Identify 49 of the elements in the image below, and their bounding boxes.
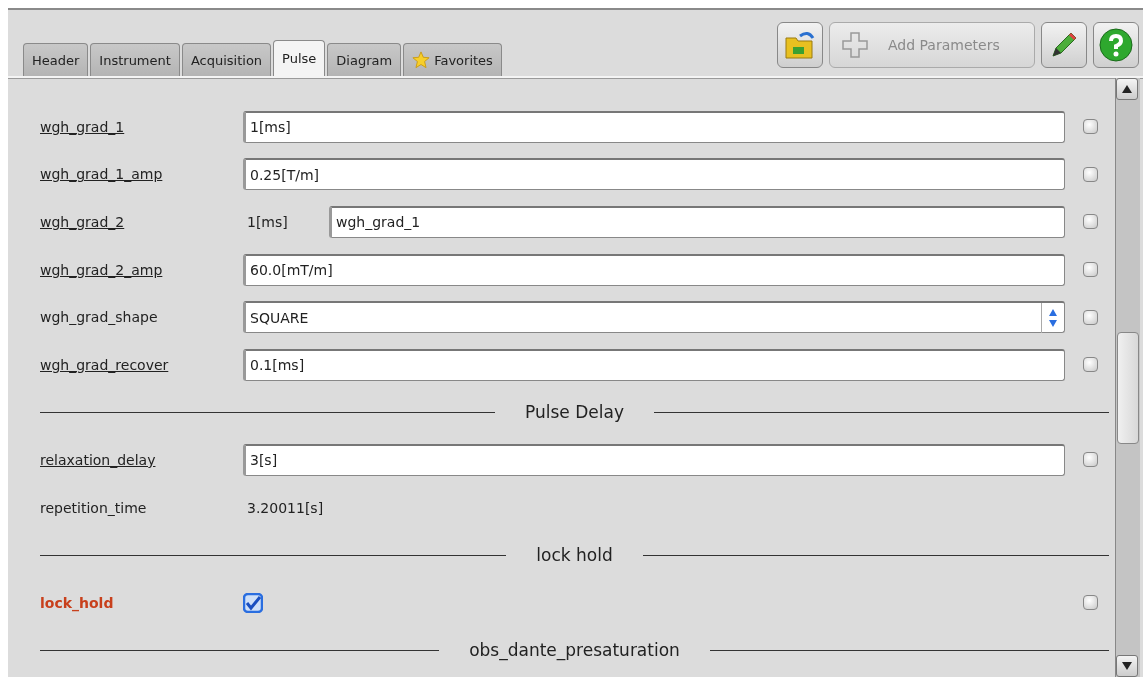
parameter-link[interactable]: wgh_grad_1 xyxy=(40,118,243,135)
tab[interactable]: Header xyxy=(23,43,89,76)
input-field[interactable]: 3[s] xyxy=(243,443,1065,476)
checkbox[interactable] xyxy=(243,592,263,613)
scroll-up-button[interactable] xyxy=(1116,78,1138,100)
parameter-link[interactable]: wgh_grad_2_amp xyxy=(40,261,243,278)
input-field[interactable]: wgh_grad_1 xyxy=(329,206,1065,238)
tab[interactable]: Instrument xyxy=(90,43,180,76)
indicator-button[interactable] xyxy=(1082,166,1098,182)
pencil-icon xyxy=(1049,30,1079,60)
parameter-label: wgh_grad_shape xyxy=(40,309,159,326)
scroll-thumb[interactable] xyxy=(1117,332,1139,444)
indicator-button[interactable] xyxy=(1082,262,1098,278)
input-field[interactable]: 60.0[mT/m] xyxy=(243,253,1065,286)
input-field[interactable]: 0.1[ms] xyxy=(243,348,1065,381)
star-icon xyxy=(412,51,431,69)
indicator-button[interactable] xyxy=(1082,214,1098,230)
section-title: obs_dante_presaturation xyxy=(468,640,681,661)
folder-icon xyxy=(784,30,816,60)
down-arrow-icon xyxy=(1122,662,1132,670)
tab[interactable]: Favorites xyxy=(403,43,502,76)
indicator-button[interactable] xyxy=(1082,452,1098,468)
indicator-button[interactable] xyxy=(1082,595,1098,611)
section-title: lock hold xyxy=(535,545,614,566)
indicator-button[interactable] xyxy=(1082,357,1098,373)
tab[interactable]: Diagram xyxy=(327,43,402,76)
scroll-down-button[interactable] xyxy=(1116,655,1138,677)
indicator-button[interactable] xyxy=(1082,119,1098,135)
input-field[interactable]: 1[ms] xyxy=(243,110,1065,143)
indicator-button[interactable] xyxy=(1082,309,1098,325)
tab[interactable]: Pulse xyxy=(273,40,326,76)
help-icon xyxy=(1099,28,1133,62)
parameter-link[interactable]: wgh_grad_2 xyxy=(40,214,243,230)
select-field[interactable]: SQUARE xyxy=(243,301,1065,334)
parameter-link[interactable]: wgh_grad_1_amp xyxy=(40,166,243,183)
edit-button[interactable] xyxy=(1041,22,1087,68)
tab[interactable]: Acquisition xyxy=(181,43,272,76)
section-title: Pulse Delay xyxy=(524,402,625,423)
input-field[interactable]: 0.25[T/m] xyxy=(243,158,1065,191)
parameter-link[interactable]: wgh_grad_recover xyxy=(40,356,243,373)
parameter-label: repetition_time xyxy=(40,499,148,516)
value-text: 1[ms] xyxy=(246,214,289,230)
value-text: 3.20011[s] xyxy=(246,499,325,516)
up-arrow-icon xyxy=(1122,85,1132,93)
parameter-label: lock_hold xyxy=(40,594,115,611)
parameter-link[interactable]: relaxation_delay xyxy=(40,451,243,468)
plus-icon xyxy=(842,32,868,58)
help-button[interactable] xyxy=(1093,22,1139,68)
folder-button[interactable] xyxy=(777,22,823,68)
